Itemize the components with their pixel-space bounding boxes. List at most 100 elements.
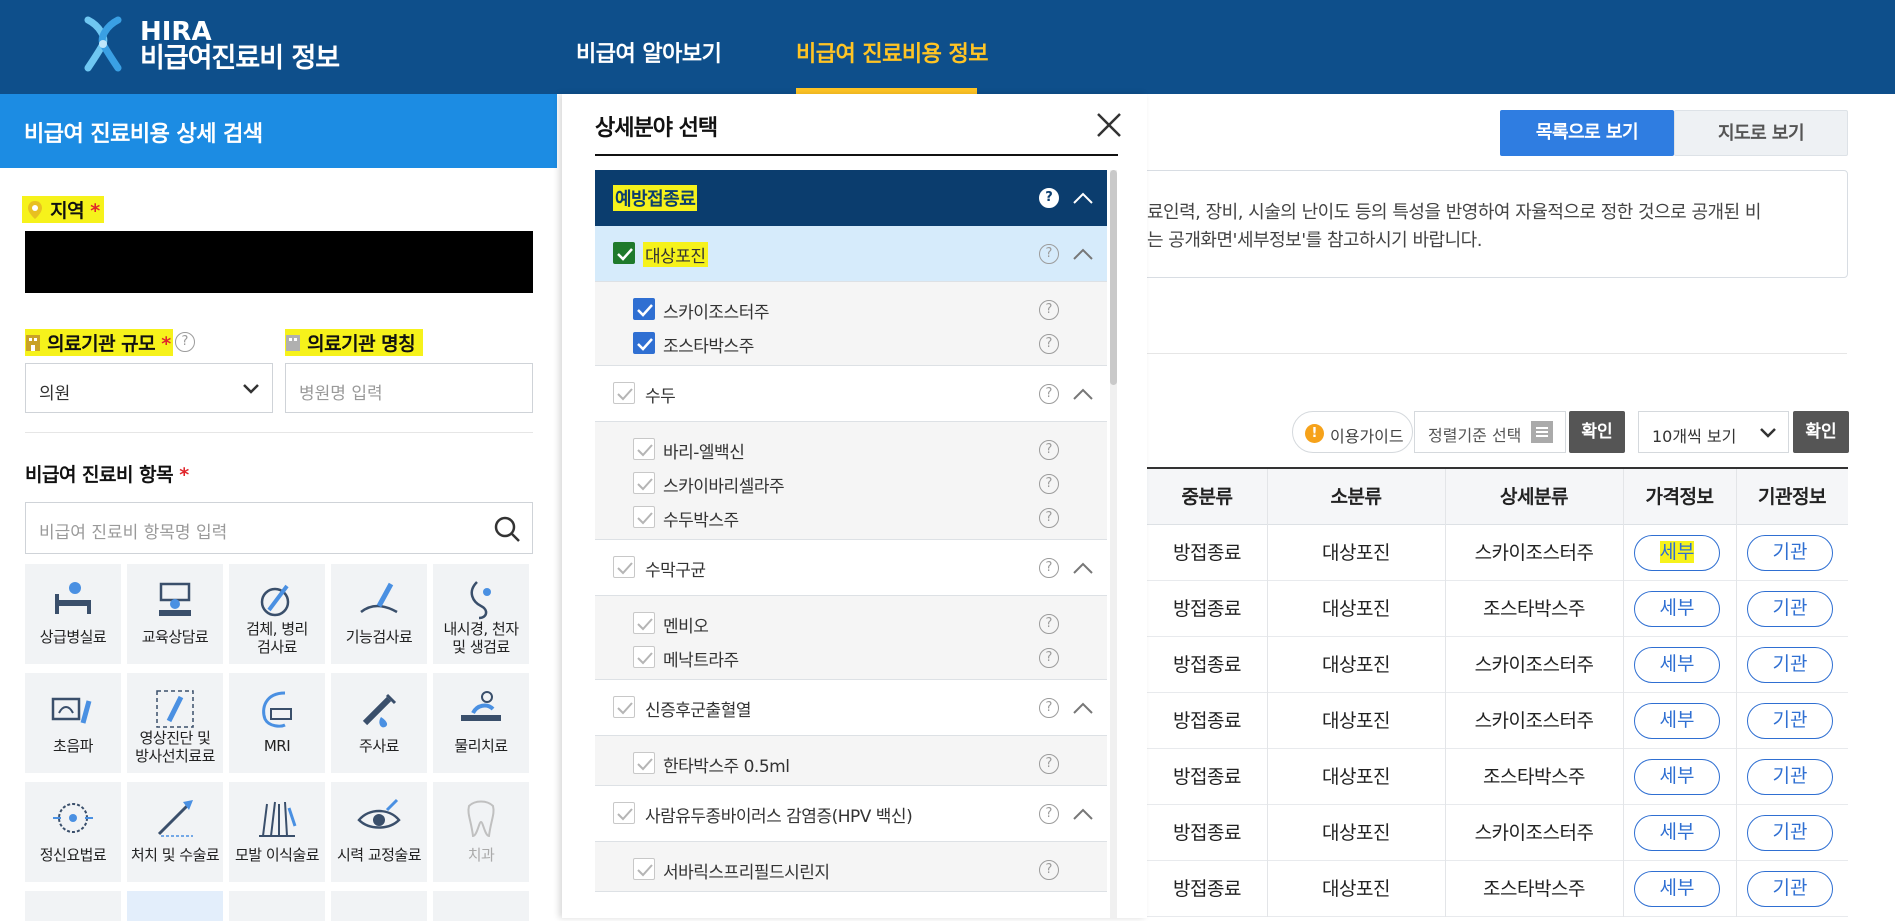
category-ward[interactable]: 상급병실료	[25, 564, 121, 664]
item-checkbox[interactable]	[633, 298, 655, 320]
close-icon[interactable]	[1094, 110, 1124, 140]
category-ultrasound[interactable]: 초음파	[25, 673, 121, 773]
tree-group[interactable]: 수두?	[595, 366, 1107, 422]
tree-group[interactable]: 대상포진?	[595, 226, 1107, 282]
logo-subtitle[interactable]: 비급여진료비 정보	[140, 44, 340, 74]
institution-button[interactable]: 기관	[1747, 815, 1833, 851]
detail-button[interactable]: 세부	[1634, 535, 1720, 571]
tree-item[interactable]: 조스타박스주?	[595, 326, 1107, 360]
category-more[interactable]	[229, 891, 325, 921]
help-icon[interactable]: ?	[1039, 754, 1059, 774]
chevron-up-icon[interactable]	[1072, 701, 1094, 715]
item-checkbox[interactable]	[633, 612, 655, 634]
category-vision-correction[interactable]: 시력 교정술료	[331, 782, 427, 882]
category-dental[interactable]: 치과	[433, 782, 529, 882]
help-icon[interactable]: ?	[1039, 440, 1059, 460]
category-function-test[interactable]: 기능검사료	[331, 564, 427, 664]
scrollbar-thumb[interactable]	[1110, 170, 1117, 385]
group-checkbox[interactable]	[613, 242, 635, 264]
help-icon[interactable]: ?	[1039, 188, 1059, 208]
tree-item[interactable]: 바리-엘백신?	[595, 432, 1107, 466]
detail-button[interactable]: 세부	[1634, 871, 1720, 907]
category-lab-test[interactable]: 검체, 병리 검사료	[229, 564, 325, 664]
tree-item[interactable]: 멘비오?	[595, 606, 1107, 640]
page-size-select[interactable]: 10개씩 보기	[1638, 411, 1789, 453]
institution-button[interactable]: 기관	[1747, 703, 1833, 739]
page-size-confirm-button[interactable]: 확인	[1793, 411, 1849, 453]
detail-button[interactable]: 세부	[1634, 647, 1720, 683]
institution-button[interactable]: 기관	[1747, 535, 1833, 571]
tree-item[interactable]: 메낙트라주?	[595, 640, 1107, 674]
institution-button[interactable]: 기관	[1747, 647, 1833, 683]
logo-title[interactable]: HIRA	[140, 18, 212, 46]
help-icon[interactable]: ?	[1039, 334, 1059, 354]
institution-button[interactable]: 기관	[1747, 591, 1833, 627]
category-more[interactable]	[331, 891, 427, 921]
help-icon[interactable]: ?	[1039, 804, 1059, 824]
sort-confirm-button[interactable]: 확인	[1569, 411, 1625, 453]
item-checkbox[interactable]	[633, 858, 655, 880]
nav-noncovered-info[interactable]: 비급여 알아보기	[576, 36, 722, 68]
group-checkbox[interactable]	[613, 382, 635, 404]
category-mri[interactable]: MRI	[229, 673, 325, 773]
chevron-up-icon[interactable]	[1072, 387, 1094, 401]
tree-item[interactable]: 수두박스주?	[595, 500, 1107, 534]
detail-button[interactable]: 세부	[1634, 759, 1720, 795]
help-icon[interactable]: ?	[1039, 558, 1059, 578]
tree-group[interactable]: 사람유두종바이러스 감염증(HPV 백신)?	[595, 786, 1107, 842]
tree-item[interactable]: 서바릭스프리필드시린지?	[595, 852, 1107, 886]
help-icon[interactable]: ?	[1039, 860, 1059, 880]
tree-group[interactable]: 수막구균?	[595, 540, 1107, 596]
help-icon[interactable]: ?	[1039, 474, 1059, 494]
category-psychotherapy[interactable]: 정신요법료	[25, 782, 121, 882]
item-search-input[interactable]: 비급여 진료비 항목명 입력	[25, 502, 533, 554]
chevron-up-icon[interactable]	[1072, 561, 1094, 575]
detail-button[interactable]: 세부	[1634, 703, 1720, 739]
tree-top-group[interactable]: 예방접종료 ?	[595, 170, 1107, 226]
group-checkbox[interactable]	[613, 696, 635, 718]
category-more[interactable]	[127, 891, 223, 921]
item-checkbox[interactable]	[633, 646, 655, 668]
institution-button[interactable]: 기관	[1747, 871, 1833, 907]
help-icon[interactable]: ?	[1039, 508, 1059, 528]
tree-item[interactable]: 스카이조스터주?	[595, 292, 1107, 326]
search-icon[interactable]	[493, 515, 521, 543]
item-checkbox[interactable]	[633, 332, 655, 354]
item-checkbox[interactable]	[633, 506, 655, 528]
hospital-name-input[interactable]: 병원명 입력	[285, 363, 533, 413]
category-hair-transplant[interactable]: 모발 이식술료	[229, 782, 325, 882]
chevron-up-icon[interactable]	[1072, 247, 1094, 261]
chevron-up-icon[interactable]	[1072, 807, 1094, 821]
category-counseling[interactable]: 교육상담료	[127, 564, 223, 664]
tree-item[interactable]: 한타박스주 0.5ml?	[595, 746, 1107, 780]
institution-button[interactable]: 기관	[1747, 759, 1833, 795]
chevron-up-icon[interactable]	[1072, 191, 1094, 205]
list-view-button[interactable]: 목록으로 보기	[1500, 110, 1674, 156]
group-checkbox[interactable]	[613, 556, 635, 578]
help-icon[interactable]: ?	[1039, 300, 1059, 320]
hira-logo-icon[interactable]	[82, 16, 124, 72]
usage-guide-button[interactable]: ! 이용가이드	[1292, 411, 1413, 453]
help-icon[interactable]: ?	[1039, 384, 1059, 404]
category-more[interactable]	[433, 891, 529, 921]
region-select-redacted[interactable]	[25, 231, 533, 293]
category-surgery[interactable]: 처치 및 수술료	[127, 782, 223, 882]
tree-item[interactable]: 스카이바리셀라주?	[595, 466, 1107, 500]
help-icon[interactable]: ?	[1039, 614, 1059, 634]
item-checkbox[interactable]	[633, 438, 655, 460]
nav-noncovered-cost[interactable]: 비급여 진료비용 정보	[796, 36, 988, 68]
group-checkbox[interactable]	[613, 802, 635, 824]
category-imaging[interactable]: 영상진단 및 방사선치료료	[127, 673, 223, 773]
category-endoscopy[interactable]: 내시경, 천자 및 생검료	[433, 564, 529, 664]
item-checkbox[interactable]	[633, 752, 655, 774]
category-physical-therapy[interactable]: 물리치료	[433, 673, 529, 773]
sort-select[interactable]: 정렬기준 선택	[1414, 411, 1566, 453]
scale-help-icon[interactable]: ?	[175, 332, 195, 352]
help-icon[interactable]: ?	[1039, 698, 1059, 718]
help-icon[interactable]: ?	[1039, 648, 1059, 668]
map-view-button[interactable]: 지도로 보기	[1674, 110, 1848, 156]
category-more[interactable]	[25, 891, 121, 921]
detail-button[interactable]: 세부	[1634, 815, 1720, 851]
scrollbar[interactable]	[1110, 170, 1117, 918]
scale-select[interactable]: 의원	[25, 363, 273, 413]
